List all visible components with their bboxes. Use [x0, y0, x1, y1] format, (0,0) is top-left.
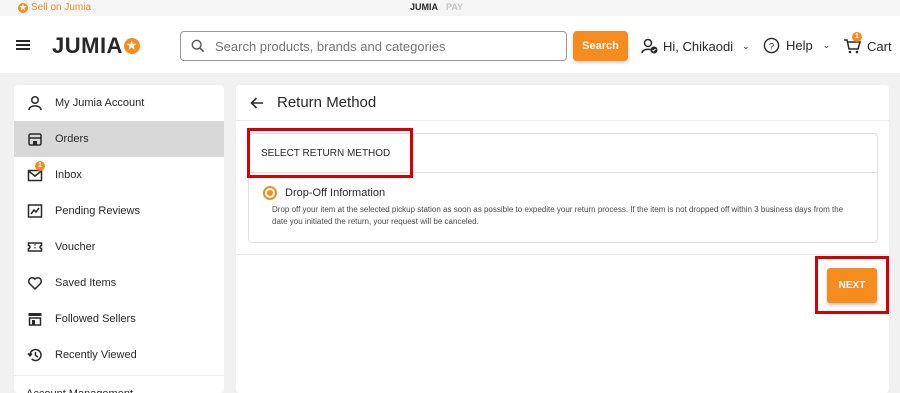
orders-icon	[26, 130, 44, 148]
panel-header: Return Method	[236, 85, 889, 121]
search-icon	[191, 39, 205, 53]
sidebar-item-label: Followed Sellers	[55, 313, 136, 325]
logo-star-icon: ★	[123, 38, 140, 54]
header: JUMIA ★ Search Hi, Chikaodi ⌄ ? Help ⌄ 1…	[0, 16, 900, 73]
help-menu[interactable]: ? Help ⌄	[763, 37, 830, 54]
sidebar-item-label: My Jumia Account	[55, 97, 145, 109]
account-label: Hi, Chikaodi	[663, 38, 734, 54]
help-icon: ?	[763, 37, 780, 54]
highlight-next-button	[815, 256, 889, 314]
drop-off-radio[interactable]	[263, 186, 277, 200]
history-icon	[26, 346, 44, 364]
chevron-down-icon: ⌄	[822, 40, 831, 50]
sidebar-item-saved-items[interactable]: Saved Items	[14, 265, 224, 301]
menu-icon[interactable]	[16, 40, 30, 50]
drop-off-option[interactable]: Drop-Off Information	[263, 186, 385, 200]
panel-divider	[236, 254, 889, 255]
mail-icon: 1	[26, 161, 45, 184]
sidebar-item-label: Orders	[55, 133, 89, 145]
search-bar	[180, 31, 567, 61]
heart-icon	[26, 274, 44, 292]
sidebar-item-label: Recently Viewed	[55, 349, 137, 361]
sidebar-item-label: Pending Reviews	[55, 205, 140, 217]
brand-links: JUMIA PAY	[410, 2, 463, 12]
jumia-pay-link[interactable]: PAY	[446, 2, 463, 12]
sidebar-item-orders[interactable]: Orders	[14, 121, 224, 157]
sell-label: Sell on Jumia	[31, 2, 92, 13]
help-label: Help	[786, 38, 813, 53]
sidebar-item-my-account[interactable]: My Jumia Account	[14, 85, 224, 121]
search-button[interactable]: Search	[573, 31, 628, 61]
cart-label: Cart	[867, 38, 892, 54]
reviews-icon	[26, 202, 44, 220]
account-icon	[640, 37, 658, 55]
option-description: Drop off your item at the selected picku…	[272, 205, 844, 226]
jumia-logo[interactable]: JUMIA ★	[52, 33, 140, 59]
option-title: Drop-Off Information	[285, 187, 386, 199]
cart-count-badge: 1	[852, 32, 862, 42]
sidebar-item-label: Voucher	[55, 241, 96, 253]
store-icon	[26, 310, 44, 328]
sell-on-jumia-link[interactable]: ★ Sell on Jumia	[18, 2, 91, 13]
svg-text:?: ?	[769, 41, 774, 52]
back-arrow-icon[interactable]	[250, 96, 264, 110]
sidebar-section-account-management[interactable]: Account Management	[14, 376, 224, 393]
sidebar-item-label: Saved Items	[55, 277, 117, 289]
sidebar-item-recently-viewed[interactable]: Recently Viewed	[14, 337, 224, 373]
logo-text: JUMIA	[52, 33, 123, 58]
account-menu[interactable]: Hi, Chikaodi ⌄	[640, 37, 750, 55]
search-input[interactable]	[215, 38, 545, 54]
top-strip: ★ Sell on Jumia JUMIA PAY	[0, 0, 900, 16]
account-sidebar: My Jumia Account Orders 1 Inbox Pending …	[14, 85, 224, 393]
sidebar-item-followed-sellers[interactable]: Followed Sellers	[14, 301, 224, 337]
sell-icon: ★	[18, 2, 28, 13]
user-icon	[26, 94, 44, 112]
sidebar-item-voucher[interactable]: Voucher	[14, 229, 224, 265]
sidebar-item-label: Inbox	[55, 169, 82, 181]
page-title: Return Method	[277, 94, 377, 111]
sidebar-item-pending-reviews[interactable]: Pending Reviews	[14, 193, 224, 229]
chevron-down-icon: ⌄	[742, 40, 750, 51]
highlight-select-return-method	[247, 128, 413, 178]
cart-link[interactable]: 1 Cart	[843, 32, 892, 55]
inbox-count-badge: 1	[35, 161, 45, 171]
voucher-icon	[26, 238, 44, 256]
cart-icon: 1	[843, 32, 862, 55]
sidebar-item-inbox[interactable]: 1 Inbox	[14, 157, 224, 193]
jumia-brand-link[interactable]: JUMIA	[410, 2, 438, 12]
